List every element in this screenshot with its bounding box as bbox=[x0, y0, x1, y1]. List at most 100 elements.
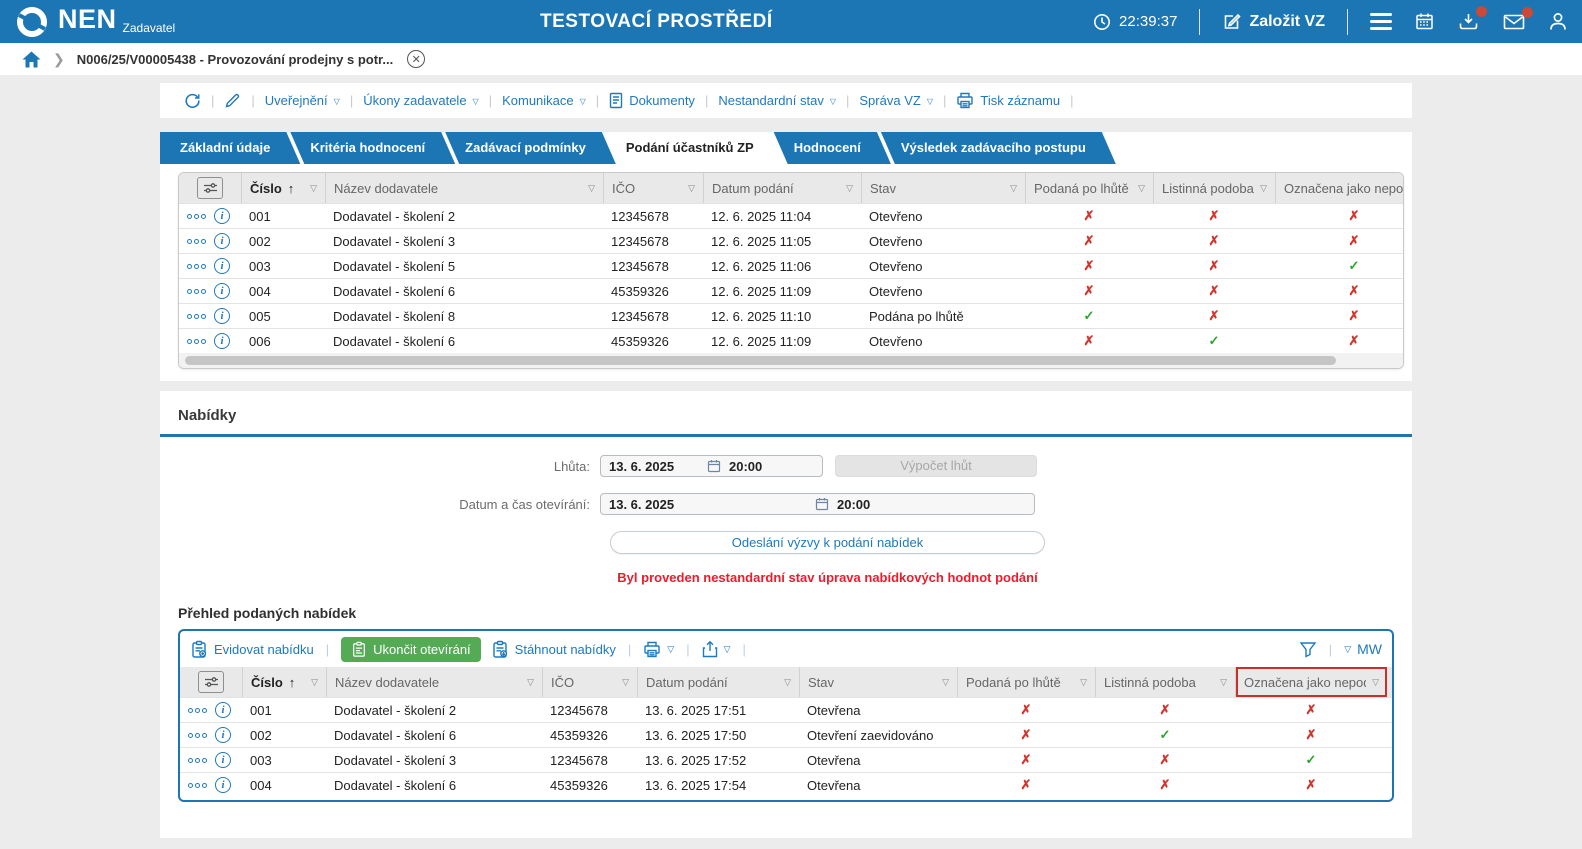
filter-icon[interactable] bbox=[1299, 641, 1317, 658]
column-header-stav[interactable]: Stav▽ bbox=[861, 173, 1025, 203]
row-info-icon[interactable]: i bbox=[215, 702, 231, 718]
row-info-icon[interactable]: i bbox=[214, 233, 230, 249]
table-row[interactable]: i001Dodavatel - školení 21234567813. 6. … bbox=[180, 697, 1392, 722]
row-info-icon[interactable]: i bbox=[215, 727, 231, 743]
filter-caret-icon[interactable]: ▽ bbox=[1214, 677, 1227, 688]
row-info-icon[interactable]: i bbox=[214, 283, 230, 299]
print-button[interactable]: ▽ bbox=[643, 641, 674, 658]
filter-caret-icon[interactable]: ▽ bbox=[936, 677, 949, 688]
create-vz-button[interactable]: Založit VZ bbox=[1222, 12, 1325, 31]
lhuta-date-value[interactable]: 13. 6. 2025 bbox=[609, 459, 699, 474]
row-info-icon[interactable]: i bbox=[214, 308, 230, 324]
column-header-oznacena-jako-nepodana[interactable]: Označena jako nepodaná▽ bbox=[1235, 667, 1387, 697]
column-header-listinna-podoba[interactable]: Listinná podoba▽ bbox=[1095, 667, 1235, 697]
toolbar-item-tisk-zaznamu[interactable]: Tisk záznamu bbox=[946, 92, 1070, 109]
tab-vysledek-zadavaciho-postupu[interactable]: Výsledek zadávacího postupu bbox=[881, 132, 1116, 164]
column-header-cislo[interactable]: Číslo↑▽ bbox=[242, 667, 326, 697]
row-menu-icon[interactable] bbox=[187, 214, 206, 219]
row-menu-icon[interactable] bbox=[187, 289, 206, 294]
row-menu-icon[interactable] bbox=[188, 758, 207, 763]
filter-caret-icon[interactable]: ▽ bbox=[616, 677, 629, 688]
row-menu-icon[interactable] bbox=[187, 314, 206, 319]
menu-icon[interactable] bbox=[1370, 13, 1392, 30]
vypocet-lhut-button[interactable]: Výpočet lhůt bbox=[835, 455, 1037, 477]
tab-kriteria-hodnoceni[interactable]: Kritéria hodnocení bbox=[290, 132, 455, 164]
breadcrumb-item[interactable]: N006/25/V00005438 - Provozování prodejny… bbox=[77, 52, 393, 67]
toolbar-item-nestandardni-stav[interactable]: Nestandardní stav▽ bbox=[708, 93, 846, 108]
lhuta-time-value[interactable]: 20:00 bbox=[729, 459, 762, 474]
column-header-datum-podani[interactable]: Datum podání▽ bbox=[703, 173, 861, 203]
toolbar-refresh-icon[interactable] bbox=[174, 92, 211, 109]
filter-caret-icon[interactable]: ▽ bbox=[840, 183, 853, 194]
lhuta-input[interactable]: 13. 6. 2025 20:00 bbox=[600, 455, 823, 477]
table-row[interactable]: i003Dodavatel - školení 51234567812. 6. … bbox=[179, 253, 1403, 278]
calendar-icon[interactable] bbox=[1414, 11, 1435, 32]
row-menu-icon[interactable] bbox=[187, 339, 206, 344]
table-row[interactable]: i004Dodavatel - školení 64535932612. 6. … bbox=[179, 278, 1403, 303]
column-header-stav[interactable]: Stav▽ bbox=[799, 667, 957, 697]
toolbar-item-ukony-zadavatele[interactable]: Úkony zadavatele▽ bbox=[353, 93, 489, 108]
mw-view-selector[interactable]: ▽ MW bbox=[1344, 641, 1382, 657]
send-invitation-button[interactable]: Odeslání výzvy k podání nabídek bbox=[610, 531, 1045, 554]
table-row[interactable]: i004Dodavatel - školení 64535932613. 6. … bbox=[180, 772, 1392, 797]
filter-caret-icon[interactable]: ▽ bbox=[682, 183, 695, 194]
table-row[interactable]: i002Dodavatel - školení 31234567812. 6. … bbox=[179, 228, 1403, 253]
calendar-icon[interactable] bbox=[707, 459, 721, 473]
oteviranie-date-value[interactable]: 13. 6. 2025 bbox=[609, 497, 807, 512]
row-info-icon[interactable]: i bbox=[215, 777, 231, 793]
column-header-cislo[interactable]: Číslo↑▽ bbox=[241, 173, 325, 203]
filter-caret-icon[interactable]: ▽ bbox=[1366, 677, 1379, 688]
column-settings-icon[interactable] bbox=[198, 671, 224, 693]
filter-caret-icon[interactable]: ▽ bbox=[1254, 183, 1267, 194]
tab-zakladni-udaje[interactable]: Základní údaje bbox=[160, 132, 300, 164]
user-icon[interactable] bbox=[1548, 11, 1568, 32]
row-info-icon[interactable]: i bbox=[214, 333, 230, 349]
tab-hodnoceni[interactable]: Hodnocení bbox=[774, 132, 891, 164]
column-header-nazev-dodavatele[interactable]: Název dodavatele▽ bbox=[326, 667, 542, 697]
filter-caret-icon[interactable]: ▽ bbox=[1132, 183, 1145, 194]
toolbar-item-sprava-vz[interactable]: Správa VZ▽ bbox=[849, 93, 943, 108]
table-row[interactable]: i006Dodavatel - školení 64535932612. 6. … bbox=[179, 328, 1403, 353]
scrollbar-thumb[interactable] bbox=[185, 356, 1336, 365]
tab-zadavaci-podminky[interactable]: Zadávací podmínky bbox=[445, 132, 616, 164]
ukoncit-oteviranie-button[interactable]: Ukončit otevírání bbox=[341, 637, 481, 662]
row-menu-icon[interactable] bbox=[188, 783, 207, 788]
mail-icon[interactable] bbox=[1502, 12, 1526, 32]
filter-caret-icon[interactable]: ▽ bbox=[582, 183, 595, 194]
toolbar-pencil-icon[interactable] bbox=[214, 92, 251, 109]
filter-caret-icon[interactable]: ▽ bbox=[521, 677, 534, 688]
row-info-icon[interactable]: i bbox=[214, 258, 230, 274]
table-row[interactable]: i005Dodavatel - školení 81234567812. 6. … bbox=[179, 303, 1403, 328]
filter-caret-icon[interactable]: ▽ bbox=[305, 677, 318, 688]
toolbar-item-komunikace[interactable]: Komunikace▽ bbox=[492, 93, 596, 108]
column-header-podana-po-lhute[interactable]: Podaná po lhůtě▽ bbox=[957, 667, 1095, 697]
nen-logo[interactable]: NEN Zadavatel bbox=[14, 4, 175, 40]
row-info-icon[interactable]: i bbox=[214, 208, 230, 224]
column-header-ico[interactable]: IČO▽ bbox=[542, 667, 637, 697]
column-header-oznacena-jako-nepodana[interactable]: Označena jako nepodaná▽ bbox=[1275, 173, 1404, 203]
evidovat-nabidku-button[interactable]: Evidovat nabídku bbox=[190, 640, 314, 659]
table-row[interactable]: i002Dodavatel - školení 64535932613. 6. … bbox=[180, 722, 1392, 747]
row-menu-icon[interactable] bbox=[188, 708, 207, 713]
row-menu-icon[interactable] bbox=[187, 264, 206, 269]
filter-caret-icon[interactable]: ▽ bbox=[778, 677, 791, 688]
toolbar-item-uverejneni[interactable]: Uveřejnění▽ bbox=[255, 93, 350, 108]
tab-podani-ucastniku-zp[interactable]: Podání účastníků ZP bbox=[606, 132, 784, 164]
calendar-icon[interactable] bbox=[815, 497, 829, 511]
table-row[interactable]: i003Dodavatel - školení 31234567813. 6. … bbox=[180, 747, 1392, 772]
filter-caret-icon[interactable]: ▽ bbox=[1074, 677, 1087, 688]
home-icon[interactable] bbox=[22, 51, 41, 68]
column-header-listinna-podoba[interactable]: Listinná podoba▽ bbox=[1153, 173, 1275, 203]
row-menu-icon[interactable] bbox=[188, 733, 207, 738]
column-header-ico[interactable]: IČO▽ bbox=[603, 173, 703, 203]
filter-caret-icon[interactable]: ▽ bbox=[1004, 183, 1017, 194]
close-circle-icon[interactable]: ✕ bbox=[407, 50, 425, 68]
column-header-datum-podani[interactable]: Datum podání▽ bbox=[637, 667, 799, 697]
stahnout-nabidky-button[interactable]: Stáhnout nabídky bbox=[491, 640, 616, 659]
column-header-podana-po-lhute[interactable]: Podaná po lhůtě▽ bbox=[1025, 173, 1153, 203]
toolbar-item-dokumenty[interactable]: Dokumenty bbox=[599, 92, 705, 109]
filter-caret-icon[interactable]: ▽ bbox=[304, 183, 317, 194]
export-button[interactable]: ▽ bbox=[702, 640, 731, 658]
table-row[interactable]: i001Dodavatel - školení 21234567812. 6. … bbox=[179, 203, 1403, 228]
row-menu-icon[interactable] bbox=[187, 239, 206, 244]
